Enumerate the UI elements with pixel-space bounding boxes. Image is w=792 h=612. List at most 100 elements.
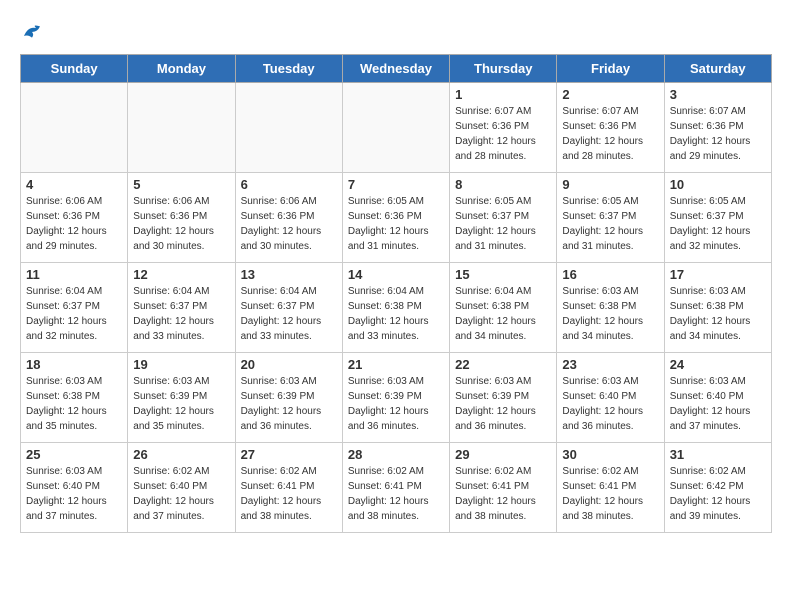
logo [20,20,48,44]
day-header-thursday: Thursday [450,55,557,83]
calendar-cell: 23 Sunrise: 6:03 AMSunset: 6:40 PMDayligh… [557,353,664,443]
day-number: 10 [670,177,766,192]
day-number: 2 [562,87,658,102]
day-info: Sunrise: 6:03 AMSunset: 6:39 PMDaylight:… [241,374,337,434]
day-header-friday: Friday [557,55,664,83]
calendar-cell: 26 Sunrise: 6:02 AMSunset: 6:40 PMDayligh… [128,443,235,533]
day-info: Sunrise: 6:04 AMSunset: 6:38 PMDaylight:… [455,284,551,344]
day-header-monday: Monday [128,55,235,83]
day-number: 13 [241,267,337,282]
day-number: 23 [562,357,658,372]
day-number: 24 [670,357,766,372]
calendar-cell: 28 Sunrise: 6:02 AMSunset: 6:41 PMDayligh… [342,443,449,533]
calendar-cell: 2 Sunrise: 6:07 AMSunset: 6:36 PMDaylight… [557,83,664,173]
day-number: 12 [133,267,229,282]
day-info: Sunrise: 6:06 AMSunset: 6:36 PMDaylight:… [26,194,122,254]
day-info: Sunrise: 6:03 AMSunset: 6:39 PMDaylight:… [133,374,229,434]
calendar-cell: 15 Sunrise: 6:04 AMSunset: 6:38 PMDayligh… [450,263,557,353]
day-info: Sunrise: 6:03 AMSunset: 6:40 PMDaylight:… [670,374,766,434]
day-info: Sunrise: 6:05 AMSunset: 6:37 PMDaylight:… [670,194,766,254]
day-info: Sunrise: 6:03 AMSunset: 6:38 PMDaylight:… [670,284,766,344]
day-number: 15 [455,267,551,282]
day-header-sunday: Sunday [21,55,128,83]
logo-icon [20,20,44,44]
day-info: Sunrise: 6:05 AMSunset: 6:36 PMDaylight:… [348,194,444,254]
calendar-week-row: 25 Sunrise: 6:03 AMSunset: 6:40 PMDayligh… [21,443,772,533]
calendar-cell: 25 Sunrise: 6:03 AMSunset: 6:40 PMDayligh… [21,443,128,533]
calendar-cell: 20 Sunrise: 6:03 AMSunset: 6:39 PMDayligh… [235,353,342,443]
calendar-cell: 18 Sunrise: 6:03 AMSunset: 6:38 PMDayligh… [21,353,128,443]
day-info: Sunrise: 6:04 AMSunset: 6:37 PMDaylight:… [26,284,122,344]
calendar-week-row: 4 Sunrise: 6:06 AMSunset: 6:36 PMDaylight… [21,173,772,263]
day-number: 8 [455,177,551,192]
day-number: 14 [348,267,444,282]
calendar-cell: 21 Sunrise: 6:03 AMSunset: 6:39 PMDayligh… [342,353,449,443]
day-number: 11 [26,267,122,282]
calendar-cell: 24 Sunrise: 6:03 AMSunset: 6:40 PMDayligh… [664,353,771,443]
day-number: 4 [26,177,122,192]
calendar-cell: 4 Sunrise: 6:06 AMSunset: 6:36 PMDaylight… [21,173,128,263]
day-number: 22 [455,357,551,372]
calendar-cell: 6Sunrise: 6:06 AMSunset: 6:36 PMDaylight… [235,173,342,263]
calendar-cell: 29Sunrise: 6:02 AMSunset: 6:41 PMDayligh… [450,443,557,533]
day-number: 28 [348,447,444,462]
day-number: 30 [562,447,658,462]
day-header-wednesday: Wednesday [342,55,449,83]
day-number: 1 [455,87,551,102]
day-number: 25 [26,447,122,462]
day-header-tuesday: Tuesday [235,55,342,83]
calendar-cell: 11 Sunrise: 6:04 AMSunset: 6:37 PMDayligh… [21,263,128,353]
day-number: 7 [348,177,444,192]
day-number: 3 [670,87,766,102]
day-info: Sunrise: 6:03 AMSunset: 6:38 PMDaylight:… [562,284,658,344]
day-info: Sunrise: 6:07 AMSunset: 6:36 PMDaylight:… [562,104,658,164]
day-info: Sunrise: 6:05 AMSunset: 6:37 PMDaylight:… [562,194,658,254]
day-info: Sunrise: 6:02 AMSunset: 6:40 PMDaylight:… [133,464,229,524]
day-info: Sunrise: 6:07 AMSunset: 6:36 PMDaylight:… [670,104,766,164]
day-number: 21 [348,357,444,372]
calendar-cell: 12 Sunrise: 6:04 AMSunset: 6:37 PMDayligh… [128,263,235,353]
page-header [20,20,772,44]
calendar-cell: 3 Sunrise: 6:07 AMSunset: 6:36 PMDaylight… [664,83,771,173]
day-info: Sunrise: 6:03 AMSunset: 6:39 PMDaylight:… [455,374,551,434]
day-number: 26 [133,447,229,462]
calendar-cell: 9Sunrise: 6:05 AMSunset: 6:37 PMDaylight… [557,173,664,263]
calendar-cell: 16Sunrise: 6:03 AMSunset: 6:38 PMDayligh… [557,263,664,353]
day-number: 5 [133,177,229,192]
calendar-cell: 14 Sunrise: 6:04 AMSunset: 6:38 PMDayligh… [342,263,449,353]
day-info: Sunrise: 6:03 AMSunset: 6:40 PMDaylight:… [562,374,658,434]
calendar-cell: 7 Sunrise: 6:05 AMSunset: 6:36 PMDaylight… [342,173,449,263]
day-info: Sunrise: 6:02 AMSunset: 6:41 PMDaylight:… [348,464,444,524]
calendar-cell [128,83,235,173]
calendar-cell: 30Sunrise: 6:02 AMSunset: 6:41 PMDayligh… [557,443,664,533]
day-number: 20 [241,357,337,372]
day-number: 6 [241,177,337,192]
day-number: 19 [133,357,229,372]
day-info: Sunrise: 6:03 AMSunset: 6:40 PMDaylight:… [26,464,122,524]
calendar-cell: 13 Sunrise: 6:04 AMSunset: 6:37 PMDayligh… [235,263,342,353]
day-info: Sunrise: 6:03 AMSunset: 6:39 PMDaylight:… [348,374,444,434]
day-header-saturday: Saturday [664,55,771,83]
calendar-week-row: 1 Sunrise: 6:07 AMSunset: 6:36 PMDaylight… [21,83,772,173]
day-info: Sunrise: 6:04 AMSunset: 6:37 PMDaylight:… [241,284,337,344]
calendar-cell: 10 Sunrise: 6:05 AMSunset: 6:37 PMDayligh… [664,173,771,263]
day-number: 18 [26,357,122,372]
day-info: Sunrise: 6:04 AMSunset: 6:38 PMDaylight:… [348,284,444,344]
calendar-cell [342,83,449,173]
calendar-cell: 27 Sunrise: 6:02 AMSunset: 6:41 PMDayligh… [235,443,342,533]
day-info: Sunrise: 6:02 AMSunset: 6:41 PMDaylight:… [241,464,337,524]
calendar-cell: 31 Sunrise: 6:02 AMSunset: 6:42 PMDayligh… [664,443,771,533]
day-number: 27 [241,447,337,462]
day-info: Sunrise: 6:03 AMSunset: 6:38 PMDaylight:… [26,374,122,434]
day-number: 17 [670,267,766,282]
calendar-cell: 22 Sunrise: 6:03 AMSunset: 6:39 PMDayligh… [450,353,557,443]
day-info: Sunrise: 6:02 AMSunset: 6:42 PMDaylight:… [670,464,766,524]
calendar-cell: 17 Sunrise: 6:03 AMSunset: 6:38 PMDayligh… [664,263,771,353]
day-info: Sunrise: 6:04 AMSunset: 6:37 PMDaylight:… [133,284,229,344]
day-number: 31 [670,447,766,462]
calendar-cell [235,83,342,173]
day-info: Sunrise: 6:05 AMSunset: 6:37 PMDaylight:… [455,194,551,254]
calendar-week-row: 11 Sunrise: 6:04 AMSunset: 6:37 PMDayligh… [21,263,772,353]
calendar-cell: 19 Sunrise: 6:03 AMSunset: 6:39 PMDayligh… [128,353,235,443]
calendar-week-row: 18 Sunrise: 6:03 AMSunset: 6:38 PMDayligh… [21,353,772,443]
